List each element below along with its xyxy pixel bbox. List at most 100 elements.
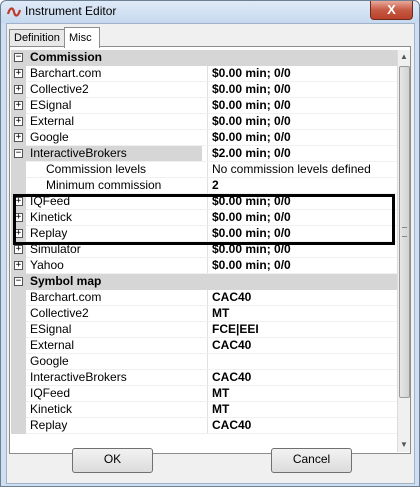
- property-row[interactable]: + Barchart.com $0.00 min; 0/0: [11, 66, 397, 82]
- property-row[interactable]: Collective2 MT: [11, 306, 397, 322]
- row-gutter: [11, 322, 26, 338]
- property-value[interactable]: CAC40: [207, 418, 397, 433]
- property-row[interactable]: + Replay $0.00 min; 0/0: [11, 226, 397, 242]
- property-name: Commission levels: [46, 162, 147, 176]
- property-row[interactable]: + Kinetick $0.00 min; 0/0: [11, 210, 397, 226]
- expand-icon[interactable]: +: [14, 197, 23, 206]
- row-gutter: [11, 402, 26, 418]
- property-value[interactable]: $0.00 min; 0/0: [207, 258, 397, 273]
- property-row[interactable]: Kinetick MT: [11, 402, 397, 418]
- property-value[interactable]: $0.00 min; 0/0: [207, 98, 397, 113]
- property-name: InteractiveBrokers: [30, 370, 127, 384]
- scroll-down-icon[interactable]: ▼: [398, 438, 410, 452]
- property-row[interactable]: IQFeed MT: [11, 386, 397, 402]
- tab-definition[interactable]: Definition: [9, 29, 67, 47]
- property-value[interactable]: $0.00 min; 0/0: [207, 226, 397, 241]
- property-value[interactable]: $0.00 min; 0/0: [207, 66, 397, 81]
- property-name: ESignal: [30, 98, 72, 112]
- property-value[interactable]: MT: [207, 306, 397, 321]
- expand-icon[interactable]: +: [14, 117, 23, 126]
- misc-tab-panel: − Commission + Barchart.com $0.00 min; 0…: [9, 46, 411, 454]
- category-label: Symbol map: [30, 274, 102, 288]
- expand-icon[interactable]: +: [14, 261, 23, 270]
- property-value[interactable]: $0.00 min; 0/0: [207, 130, 397, 145]
- row-gutter: [11, 290, 26, 306]
- collapse-icon[interactable]: −: [14, 149, 23, 158]
- expand-icon[interactable]: +: [14, 69, 23, 78]
- property-name: Kinetick: [30, 210, 73, 224]
- property-value[interactable]: $0.00 min; 0/0: [207, 194, 397, 209]
- instrument-editor-window: Instrument Editor X Definition Misc − Co…: [0, 0, 420, 487]
- scroll-thumb[interactable]: [399, 66, 410, 398]
- property-value[interactable]: $0.00 min; 0/0: [207, 242, 397, 257]
- property-row[interactable]: External CAC40: [11, 338, 397, 354]
- property-row[interactable]: + IQFeed $0.00 min; 0/0: [11, 194, 397, 210]
- property-row[interactable]: + External $0.00 min; 0/0: [11, 114, 397, 130]
- property-row[interactable]: + Collective2 $0.00 min; 0/0: [11, 82, 397, 98]
- property-row[interactable]: + Simulator $0.00 min; 0/0: [11, 242, 397, 258]
- scroll-up-icon[interactable]: ▲: [398, 50, 410, 64]
- row-gutter: [11, 354, 26, 370]
- cancel-button[interactable]: Cancel: [271, 448, 352, 473]
- tab-misc[interactable]: Misc: [64, 27, 100, 48]
- property-name: Yahoo: [30, 258, 64, 272]
- property-value[interactable]: FCE|EEI: [207, 322, 397, 337]
- property-row[interactable]: + Google $0.00 min; 0/0: [11, 130, 397, 146]
- property-row-interactivebrokers[interactable]: − InteractiveBrokers $2.00 min; 0/0: [11, 146, 397, 162]
- property-value[interactable]: No commission levels defined: [207, 162, 397, 177]
- property-value[interactable]: $0.00 min; 0/0: [207, 114, 397, 129]
- row-gutter: [11, 306, 26, 322]
- close-icon: X: [387, 2, 396, 17]
- property-row[interactable]: + Yahoo $0.00 min; 0/0: [11, 258, 397, 274]
- collapse-icon[interactable]: −: [14, 53, 23, 62]
- property-value[interactable]: [207, 354, 397, 369]
- vertical-scrollbar[interactable]: ▲ ▼: [397, 50, 410, 452]
- property-name: Collective2: [30, 82, 89, 96]
- property-name: InteractiveBrokers: [26, 146, 202, 161]
- property-name: Simulator: [30, 242, 81, 256]
- title-bar[interactable]: Instrument Editor X: [1, 1, 419, 23]
- property-name: Barchart.com: [30, 290, 102, 304]
- row-gutter: −: [11, 146, 26, 162]
- property-name: Collective2: [30, 306, 89, 320]
- property-value[interactable]: $0.00 min; 0/0: [207, 210, 397, 225]
- property-row[interactable]: Replay CAC40: [11, 418, 397, 434]
- property-value[interactable]: 2: [207, 178, 397, 193]
- grip-icon: [402, 227, 407, 237]
- category-commission[interactable]: − Commission: [11, 50, 397, 66]
- property-name: IQFeed: [30, 194, 71, 208]
- expand-icon[interactable]: +: [14, 101, 23, 110]
- property-row-minimum-commission[interactable]: Minimum commission 2: [11, 178, 397, 194]
- property-value[interactable]: MT: [207, 402, 397, 417]
- property-value[interactable]: CAC40: [207, 338, 397, 353]
- property-name: ESignal: [30, 322, 72, 336]
- category-symbol-map[interactable]: − Symbol map: [11, 274, 397, 290]
- expand-icon[interactable]: +: [14, 245, 23, 254]
- close-button[interactable]: X: [370, 1, 413, 20]
- property-grid: − Commission + Barchart.com $0.00 min; 0…: [11, 50, 397, 452]
- property-value[interactable]: CAC40: [207, 370, 397, 385]
- property-name: External: [30, 338, 75, 352]
- property-value[interactable]: MT: [207, 386, 397, 401]
- property-value[interactable]: CAC40: [207, 290, 397, 305]
- property-row-commission-levels[interactable]: Commission levels No commission levels d…: [11, 162, 397, 178]
- ok-button[interactable]: OK: [72, 448, 153, 473]
- expand-icon[interactable]: +: [14, 213, 23, 222]
- property-value[interactable]: $0.00 min; 0/0: [207, 82, 397, 97]
- property-row[interactable]: Barchart.com CAC40: [11, 290, 397, 306]
- property-row[interactable]: + ESignal $0.00 min; 0/0: [11, 98, 397, 114]
- expand-icon[interactable]: +: [14, 229, 23, 238]
- expand-icon[interactable]: +: [14, 85, 23, 94]
- row-gutter: [11, 370, 26, 386]
- expand-icon[interactable]: +: [14, 133, 23, 142]
- property-value[interactable]: $2.00 min; 0/0: [207, 146, 397, 161]
- property-name: External: [30, 114, 75, 128]
- row-gutter: +: [11, 82, 26, 98]
- property-row[interactable]: InteractiveBrokers CAC40: [11, 370, 397, 386]
- property-row[interactable]: Google: [11, 354, 397, 370]
- row-gutter: +: [11, 226, 26, 242]
- collapse-icon[interactable]: −: [14, 277, 23, 286]
- property-row[interactable]: ESignal FCE|EEI: [11, 322, 397, 338]
- property-name: Google: [30, 130, 69, 144]
- row-gutter: −: [11, 50, 26, 66]
